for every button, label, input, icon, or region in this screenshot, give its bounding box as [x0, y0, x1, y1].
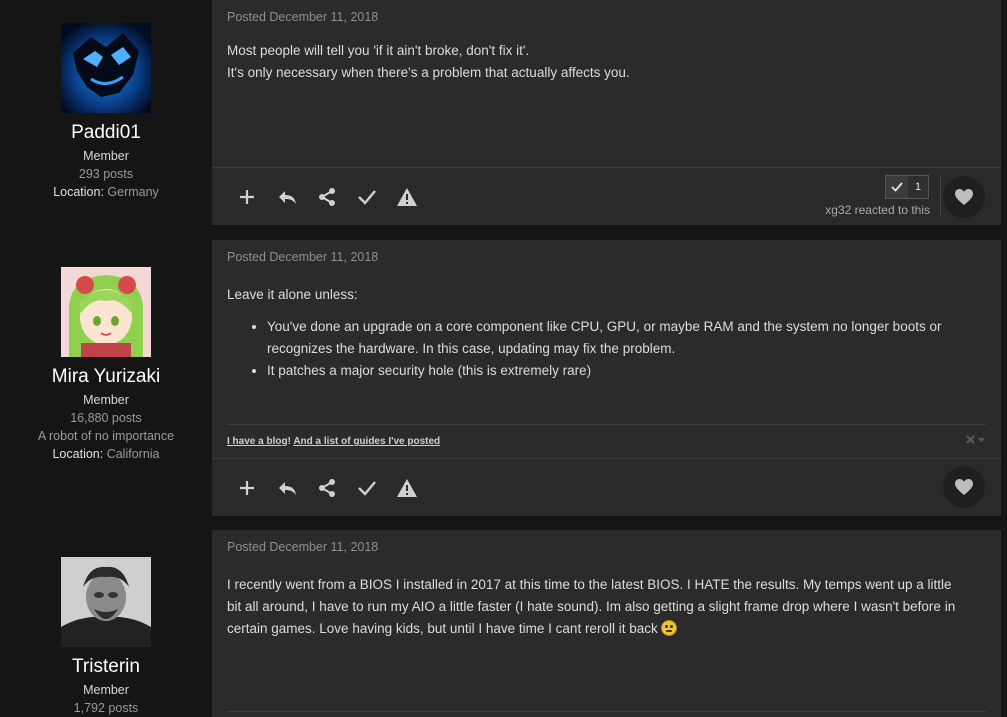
- post-body: I recently went from a BIOS I installed …: [227, 574, 961, 640]
- author-name[interactable]: Paddi01: [0, 122, 212, 144]
- post-author: Paddi01 Member 293 posts Location: Germa…: [0, 23, 212, 201]
- divider: [227, 711, 986, 712]
- heart-icon: [955, 479, 973, 495]
- quote-plus-icon[interactable]: [236, 477, 258, 499]
- reaction-summary[interactable]: 1: [885, 175, 929, 199]
- author-location: Location: California: [0, 445, 212, 463]
- post-date[interactable]: Posted December 11, 2018: [227, 10, 378, 24]
- post: Posted December 11, 2018 I recently went…: [212, 530, 1001, 717]
- signature: I have a blog! And a list of guides I've…: [227, 424, 986, 447]
- heart-icon: [955, 189, 973, 205]
- author-post-count: 1,792 posts: [73, 701, 139, 715]
- share-icon[interactable]: [316, 186, 338, 208]
- post: Posted December 11, 2018 Most people wil…: [212, 0, 1001, 225]
- reply-icon[interactable]: [276, 477, 298, 499]
- list-item: It patches a major security hole (this i…: [267, 360, 981, 382]
- check-icon: [886, 176, 908, 198]
- avatar[interactable]: [61, 557, 151, 647]
- post-intro: Leave it alone unless:: [227, 287, 358, 302]
- post: Posted December 11, 2018 Leave it alone …: [212, 240, 1001, 516]
- author-post-count: 293 posts: [78, 167, 134, 181]
- reply-icon[interactable]: [276, 186, 298, 208]
- post-line: It's only necessary when there's a probl…: [227, 65, 630, 80]
- post-body: Most people will tell you 'if it ain't b…: [227, 40, 981, 84]
- close-icon: [966, 435, 975, 444]
- author-name[interactable]: Mira Yurizaki: [0, 366, 212, 388]
- author-post-count: 16,880 posts: [70, 411, 142, 425]
- list-item: You've done an upgrade on a core compone…: [267, 316, 981, 360]
- signature-link-guides[interactable]: And a list of guides I've posted: [293, 436, 440, 447]
- bullet-list: You've done an upgrade on a core compone…: [267, 316, 981, 382]
- check-icon[interactable]: [356, 186, 378, 208]
- author-custom-title: A robot of no importance: [37, 429, 175, 443]
- location-label: Location:: [52, 447, 104, 461]
- post-text: I recently went from a BIOS I installed …: [227, 577, 956, 636]
- like-button[interactable]: [943, 176, 985, 218]
- reaction-count: 1: [914, 181, 922, 193]
- signature-link-blog[interactable]: I have a blog: [227, 436, 288, 447]
- chevron-down-icon: [978, 438, 985, 442]
- author-title: Member: [83, 393, 129, 407]
- author-location: Location: Germany: [0, 183, 212, 201]
- post-author: Tristerin Member 1,792 posts: [0, 557, 212, 717]
- location-value: Germany: [107, 185, 159, 199]
- warning-icon[interactable]: [396, 186, 418, 208]
- signature-hide[interactable]: [966, 435, 986, 448]
- post-body: Leave it alone unless: You've done an up…: [227, 284, 981, 382]
- post-actions: 1 xg32 reacted to this: [212, 167, 1001, 225]
- like-button[interactable]: [943, 466, 985, 508]
- quote-plus-icon[interactable]: [236, 186, 258, 208]
- author-title: Member: [83, 149, 129, 163]
- avatar[interactable]: [61, 267, 151, 357]
- post-date[interactable]: Posted December 11, 2018: [227, 540, 378, 554]
- location-label: Location:: [53, 185, 104, 199]
- share-icon[interactable]: [316, 477, 338, 499]
- post-actions: [212, 458, 1001, 516]
- reacted-text[interactable]: xg32 reacted to this: [825, 203, 930, 217]
- check-icon[interactable]: [356, 477, 378, 499]
- divider: [940, 176, 941, 216]
- author-title: Member: [83, 683, 129, 697]
- avatar[interactable]: [61, 23, 151, 113]
- emoji-icon: [661, 620, 678, 636]
- post-line: Most people will tell you 'if it ain't b…: [227, 43, 530, 58]
- location-value: California: [106, 447, 160, 461]
- post-date[interactable]: Posted December 11, 2018: [227, 250, 378, 264]
- warning-icon[interactable]: [396, 477, 418, 499]
- post-author: Mira Yurizaki Member 16,880 posts A robo…: [0, 267, 212, 463]
- author-name[interactable]: Tristerin: [0, 656, 212, 678]
